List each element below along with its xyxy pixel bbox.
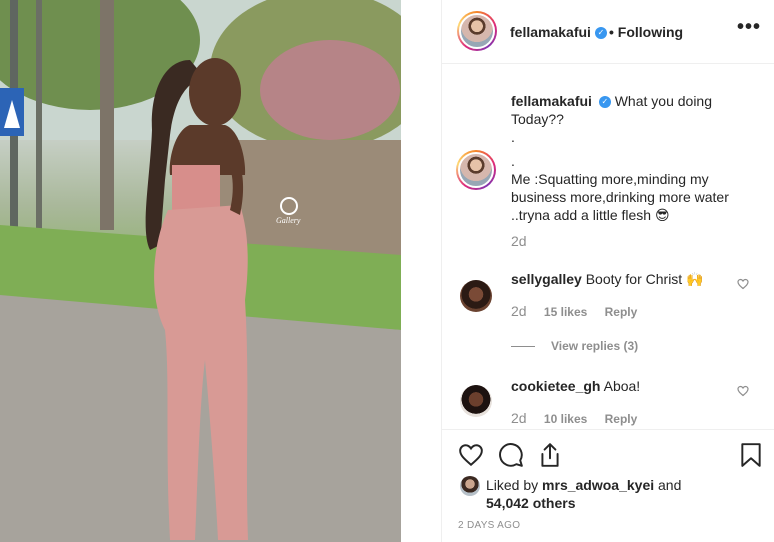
heart-icon[interactable] xyxy=(458,442,484,468)
caption-username[interactable]: fellamakafui xyxy=(511,93,592,109)
comment-like-icon[interactable] xyxy=(737,278,749,290)
liked-by-user[interactable]: mrs_adwoa_kyei xyxy=(542,477,654,493)
following-button[interactable]: • Following xyxy=(609,24,683,40)
caption-line-7: ..tryna add a little flesh xyxy=(511,207,652,223)
commenter-avatar[interactable] xyxy=(460,280,492,312)
more-options-icon[interactable]: ••• xyxy=(737,16,761,39)
view-replies-divider xyxy=(511,346,535,348)
view-replies-label: View replies (3) xyxy=(551,339,639,353)
comment-username[interactable]: sellygalley xyxy=(511,271,582,287)
comment-text: cookietee_gh Aboa! xyxy=(511,378,640,394)
sunglasses-emoji: 😎 xyxy=(654,207,670,223)
comment-username[interactable]: cookietee_gh xyxy=(511,378,600,394)
liked-by: Liked by mrs_adwoa_kyei and 54,042 other… xyxy=(486,476,681,512)
reply-button[interactable]: Reply xyxy=(605,412,638,426)
raised-hands-emoji: 🙌 xyxy=(686,271,704,287)
author-avatar[interactable] xyxy=(457,11,497,51)
post-photo-art xyxy=(0,0,401,542)
comment-likes[interactable]: 15 likes xyxy=(544,305,587,319)
bookmark-icon[interactable] xyxy=(738,442,764,468)
caption: fellamakafui ✓ What you doing Today?? . … xyxy=(511,92,751,224)
comment-meta: 2d 15 likes Reply xyxy=(511,303,651,319)
reply-button[interactable]: Reply xyxy=(605,305,638,319)
post-photo[interactable]: Gallery xyxy=(0,0,401,542)
post-timestamp[interactable]: 2 DAYS AGO xyxy=(458,520,520,531)
post-header: fellamakafui ✓ • Following ••• xyxy=(442,0,774,64)
comment-like-icon[interactable] xyxy=(737,385,749,397)
comment-meta: 2d 10 likes Reply xyxy=(511,410,651,426)
caption-line-2: Today?? xyxy=(511,111,564,127)
comment-icon[interactable] xyxy=(498,442,524,468)
caption-line-6: business more,drinking more water xyxy=(511,189,729,205)
caption-line-3: . xyxy=(511,129,515,145)
caption-line-4: . xyxy=(511,153,515,169)
author-username[interactable]: fellamakafui xyxy=(510,24,591,40)
caption-age[interactable]: 2d xyxy=(511,233,527,249)
view-replies-button[interactable]: View replies (3) xyxy=(511,339,638,353)
comment-likes[interactable]: 10 likes xyxy=(544,412,587,426)
post-panel: fellamakafui ✓ • Following ••• fellamaka… xyxy=(441,0,774,542)
verified-badge-icon: ✓ xyxy=(592,24,607,42)
comment-text: sellygalley Booty for Christ 🙌 xyxy=(511,271,704,288)
share-icon[interactable] xyxy=(537,442,563,468)
comment-age[interactable]: 2d xyxy=(511,303,527,319)
caption-author-avatar[interactable] xyxy=(456,150,496,190)
liker-avatar[interactable] xyxy=(460,476,480,496)
comments-section[interactable]: fellamakafui ✓ What you doing Today?? . … xyxy=(442,65,774,429)
likes-count[interactable]: 54,042 others xyxy=(486,494,681,512)
liked-by-prefix: Liked by xyxy=(486,477,539,493)
action-bar: Liked by mrs_adwoa_kyei and 54,042 other… xyxy=(442,429,774,542)
comment-body: Aboa! xyxy=(603,378,641,394)
watermark-text: Gallery xyxy=(276,216,301,225)
commenter-avatar[interactable] xyxy=(460,385,492,417)
caption-line-5: Me :Squatting more,minding my xyxy=(511,171,709,187)
liked-by-conj: and xyxy=(658,477,682,493)
comment-age[interactable]: 2d xyxy=(511,410,527,426)
caption-line-1: What you doing xyxy=(614,93,713,109)
verified-badge-icon: ✓ xyxy=(598,96,611,109)
comment-body: Booty for Christ xyxy=(585,271,683,287)
